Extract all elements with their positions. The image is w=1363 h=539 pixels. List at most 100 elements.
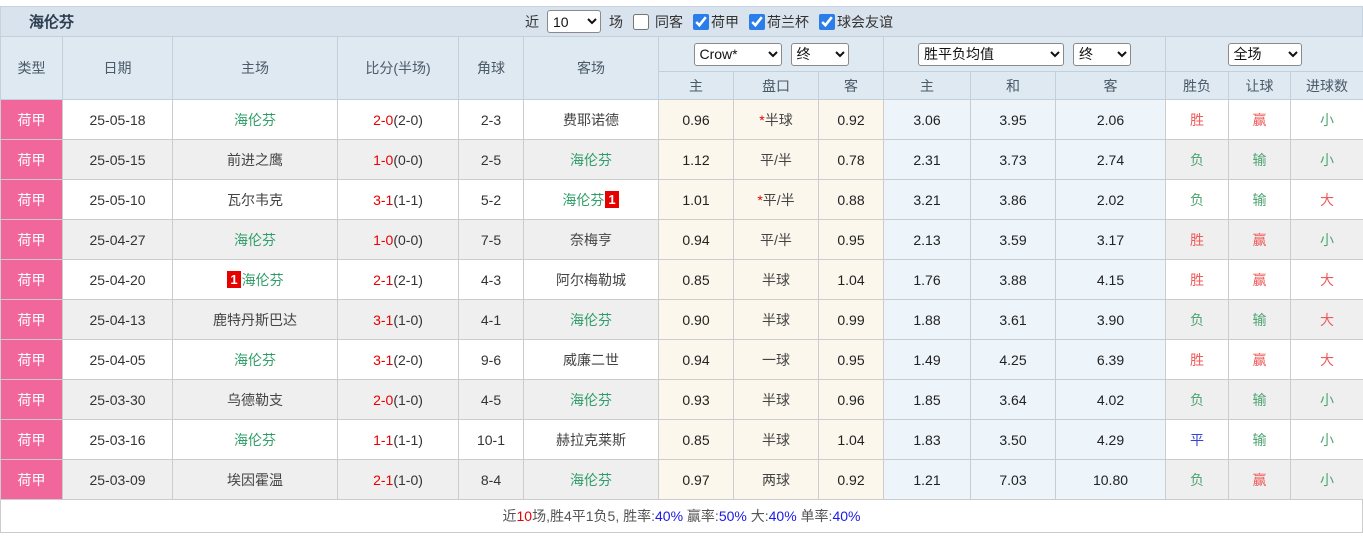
halftime-score: (0-0) xyxy=(393,151,423,168)
team-name[interactable]: 威廉二世 xyxy=(563,352,619,368)
team-name[interactable]: 海伦芬 xyxy=(570,392,612,408)
goals-over-under-cell: 大 xyxy=(1290,179,1363,220)
halftime-score: (2-0) xyxy=(393,111,423,128)
score-cell: 1-1(1-1) xyxy=(337,419,459,460)
league-type-cell: 荷甲 xyxy=(0,299,63,340)
score-cell: 1-0(0-0) xyxy=(337,219,459,260)
team-name[interactable]: 海伦芬 xyxy=(242,272,284,288)
team-name[interactable]: 海伦芬 xyxy=(234,112,276,128)
team-name[interactable]: 乌德勒支 xyxy=(227,392,283,408)
avg-home-odds-cell: 1.88 xyxy=(883,299,971,340)
table-row: 荷甲 25-05-18 海伦芬 2-0(2-0) 2-3 费耶诺德 0.96 *… xyxy=(0,99,1363,140)
same-away-checkbox[interactable] xyxy=(633,13,649,30)
handicap-odds-away-cell: 0.99 xyxy=(818,299,884,340)
avg-draw-odds-cell: 3.86 xyxy=(970,179,1056,220)
avg-home-odds-cell: 1.85 xyxy=(883,379,971,420)
handicap-result-cell: 输 xyxy=(1228,179,1292,220)
date-cell: 25-05-15 xyxy=(62,139,173,180)
avg-time-select[interactable]: 终 xyxy=(1073,42,1131,66)
date-cell: 25-04-27 xyxy=(62,219,173,260)
handicap-result-cell: 赢 xyxy=(1228,219,1292,260)
score-cell: 2-1(1-0) xyxy=(337,459,459,500)
league-type-cell: 荷甲 xyxy=(0,219,63,260)
handicap-line-cell: 两球 xyxy=(733,459,819,500)
col-score: 比分(半场) xyxy=(337,36,459,100)
dutch-cup-checkbox[interactable] xyxy=(749,13,765,30)
team-name[interactable]: 阿尔梅勒城 xyxy=(556,272,626,288)
handicap-line: 平/半 xyxy=(760,231,792,248)
halftime-score: (1-0) xyxy=(393,391,423,408)
team-name[interactable]: 埃因霍温 xyxy=(227,472,283,488)
home-team-cell: 海伦芬 xyxy=(172,219,338,260)
subcol-avg-home: 主 xyxy=(883,71,971,100)
handicap-odds-away-cell: 0.88 xyxy=(818,179,884,220)
team-name[interactable]: 费耶诺德 xyxy=(563,112,619,128)
eredivisie-label: 荷甲 xyxy=(711,13,739,30)
avg-draw-odds-cell: 4.25 xyxy=(970,339,1056,380)
result-cell: 胜 xyxy=(1165,339,1230,380)
handicap-line: 半球 xyxy=(762,271,790,288)
goals-over-under-cell: 大 xyxy=(1290,299,1363,340)
team-name[interactable]: 海伦芬 xyxy=(234,352,276,368)
handicap-line-cell: *半球 xyxy=(733,99,819,140)
odds-company-select[interactable]: Crow* xyxy=(693,42,782,66)
team-name[interactable]: 海伦芬 xyxy=(570,152,612,168)
score-cell: 1-0(0-0) xyxy=(337,139,459,180)
result-cell: 胜 xyxy=(1165,99,1230,140)
avg-draw-odds-cell: 3.88 xyxy=(970,259,1056,300)
team-name[interactable]: 前进之鹰 xyxy=(227,152,283,168)
fulltime-score: 2-1 xyxy=(373,471,394,488)
col-date: 日期 xyxy=(62,36,173,100)
avg-home-odds-cell: 2.31 xyxy=(883,139,971,180)
avg-away-odds-cell: 2.74 xyxy=(1054,139,1167,180)
eredivisie-checkbox[interactable] xyxy=(693,13,709,30)
team-name[interactable]: 海伦芬 xyxy=(570,312,612,328)
handicap-odds-home-cell: 0.94 xyxy=(658,339,734,380)
home-team-cell: 埃因霍温 xyxy=(172,459,338,500)
match-history-panel: 海伦芬 近 10 场 同客 荷甲 荷兰杯 球会友谊 类型 日期 主场 比分(半场… xyxy=(0,0,1363,539)
handicap-result-cell: 赢 xyxy=(1228,339,1292,380)
handicap-line-cell: 一球 xyxy=(733,339,819,380)
team-name[interactable]: 海伦芬 xyxy=(562,192,604,208)
table-row: 荷甲 25-03-16 海伦芬 1-1(1-1) 10-1 赫拉克莱斯 0.85… xyxy=(0,419,1363,460)
handicap-line: 半球 xyxy=(762,391,790,408)
handicap-line-cell: 半球 xyxy=(733,379,819,420)
summary-segment: 40% xyxy=(768,508,797,524)
handicap-result-cell: 输 xyxy=(1228,419,1292,460)
team-name[interactable]: 鹿特丹斯巴达 xyxy=(213,312,297,328)
col-away: 客场 xyxy=(523,36,659,100)
avg-home-odds-cell: 1.83 xyxy=(883,419,971,460)
full-match-scope-select[interactable]: 全场 xyxy=(1227,42,1302,66)
league-type-cell: 荷甲 xyxy=(0,259,63,300)
goals-over-under-cell: 小 xyxy=(1290,139,1363,180)
handicap-odds-home-cell: 0.94 xyxy=(658,219,734,260)
handicap-odds-away-cell: 0.96 xyxy=(818,379,884,420)
away-team-cell: 威廉二世 xyxy=(523,339,659,380)
date-cell: 25-04-20 xyxy=(62,259,173,300)
table-row: 荷甲 25-04-27 海伦芬 1-0(0-0) 7-5 奈梅亨 0.94 平/… xyxy=(0,219,1363,260)
handicap-line: 半球 xyxy=(762,311,790,328)
win-draw-lose-avg-select[interactable]: 胜平负均值 xyxy=(918,42,1064,66)
avg-away-odds-cell: 2.06 xyxy=(1054,99,1167,140)
team-name[interactable]: 海伦芬 xyxy=(234,232,276,248)
avg-home-odds-cell: 1.76 xyxy=(883,259,971,300)
odds-time-select[interactable]: 终 xyxy=(790,42,849,66)
halftime-score: (1-0) xyxy=(393,311,423,328)
avg-home-odds-cell: 2.13 xyxy=(883,219,971,260)
corners-cell: 4-5 xyxy=(458,379,524,420)
team-name[interactable]: 赫拉克莱斯 xyxy=(556,432,626,448)
red-card-badge: 1 xyxy=(227,270,241,288)
home-team-cell: 前进之鹰 xyxy=(172,139,338,180)
team-name[interactable]: 瓦尔韦克 xyxy=(227,192,283,208)
avg-draw-odds-cell: 7.03 xyxy=(970,459,1056,500)
team-name[interactable]: 海伦芬 xyxy=(570,472,612,488)
team-name[interactable]: 奈梅亨 xyxy=(570,232,612,248)
dutch-cup-label: 荷兰杯 xyxy=(767,13,809,30)
avg-draw-odds-cell: 3.73 xyxy=(970,139,1056,180)
summary-segment: 场,胜4平1负5, 胜率: xyxy=(532,508,656,524)
recent-count-select[interactable]: 10 xyxy=(547,10,601,33)
team-name[interactable]: 海伦芬 xyxy=(234,432,276,448)
club-friendly-checkbox[interactable] xyxy=(819,13,835,30)
result-cell: 负 xyxy=(1165,299,1230,340)
handicap-odds-away-cell: 0.92 xyxy=(818,459,884,500)
